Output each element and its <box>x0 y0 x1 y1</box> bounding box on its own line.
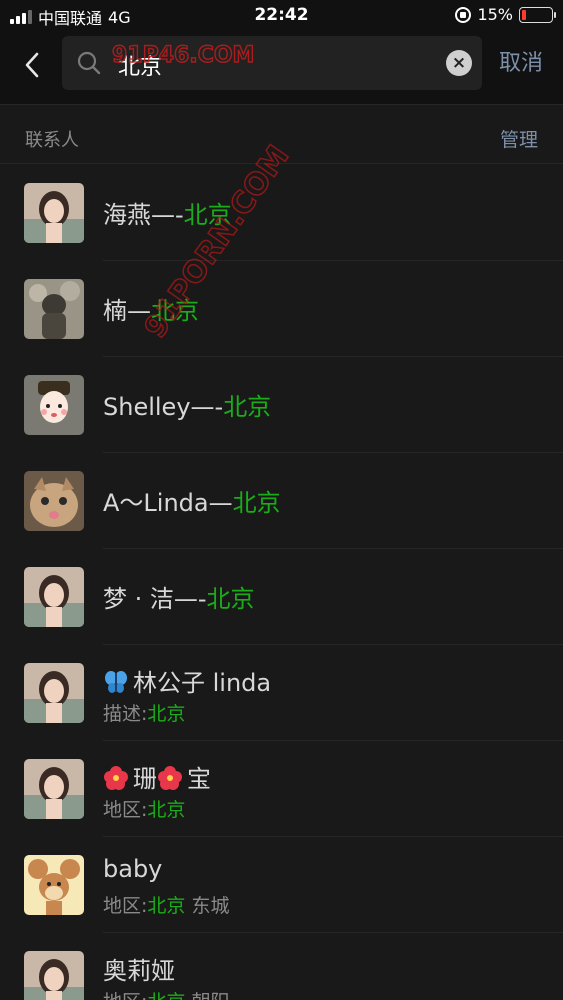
contact-list-item[interactable]: Shelley—-北京 <box>0 357 563 453</box>
search-match: 北京 <box>147 991 185 1000</box>
subtitle-label: 地区: <box>103 991 147 1000</box>
contact-name: 林公子 linda <box>103 663 271 698</box>
chevron-left-icon <box>25 52 39 78</box>
avatar <box>24 855 84 915</box>
contact-subtitle: 地区:北京 朝阳 <box>103 987 229 1000</box>
contact-name: A～Linda—北京 <box>103 483 281 518</box>
contact-list-item[interactable]: baby 地区:北京 东城 <box>0 837 563 933</box>
battery-percent: 15% <box>477 5 513 24</box>
search-match: 北京 <box>223 393 272 421</box>
manage-button[interactable]: 管理 <box>500 125 538 152</box>
contact-name-text: 奥莉娅 <box>103 957 175 985</box>
subtitle-label: 描述: <box>103 703 148 725</box>
status-right: 15% <box>455 5 556 24</box>
contact-name: 海燕—-北京 <box>103 195 232 230</box>
search-match: 北京 <box>183 201 232 229</box>
avatar <box>24 759 84 819</box>
contact-name: 奥莉娅 <box>103 951 175 986</box>
search-match: 北京 <box>206 585 255 613</box>
contact-name-text: 楠— <box>103 297 151 325</box>
cancel-button[interactable]: 取消 <box>499 45 543 77</box>
contact-name: 梦 · 洁—-北京 <box>103 579 255 614</box>
contact-name-text: A～Linda— <box>103 489 233 517</box>
battery-icon <box>519 6 556 23</box>
avatar <box>24 279 84 339</box>
search-icon <box>77 51 101 75</box>
contact-subtitle: 地区:北京 <box>103 795 185 822</box>
contact-name: Shelley—-北京 <box>103 387 271 422</box>
contact-list-item[interactable]: A～Linda—北京 <box>0 453 563 549</box>
contact-list-item[interactable]: 奥莉娅地区:北京 朝阳 <box>0 933 563 1000</box>
avatar <box>24 567 84 627</box>
avatar <box>24 951 84 1000</box>
contact-subtitle: 描述:北京 <box>103 699 185 726</box>
clear-search-button[interactable]: × <box>446 50 472 76</box>
rotation-lock-icon <box>455 6 472 23</box>
battery-level <box>522 9 527 20</box>
contact-name: 楠—北京 <box>103 291 199 326</box>
contact-name: 珊宝 <box>103 759 211 794</box>
contact-name-text: Shelley—- <box>103 393 224 421</box>
contact-name: baby <box>103 855 162 883</box>
section-header: 联系人 管理 <box>0 106 563 164</box>
avatar <box>24 471 84 531</box>
contact-list-item[interactable]: 林公子 linda 描述:北京 <box>0 645 563 741</box>
search-query[interactable]: 北京 <box>118 49 162 81</box>
contact-list-item[interactable]: 梦 · 洁—-北京 <box>0 549 563 645</box>
subtitle-label: 地区: <box>103 799 148 821</box>
search-match: 北京 <box>147 895 186 917</box>
avatar <box>24 183 84 243</box>
hibiscus-icon <box>157 765 183 791</box>
contact-name-tail: 宝 <box>187 765 211 793</box>
search-match: 北京 <box>151 297 199 325</box>
contact-list-item[interactable]: 楠—北京 <box>0 261 563 357</box>
close-icon: × <box>451 53 467 73</box>
contact-name-text: 林公子 linda <box>133 669 272 697</box>
contact-name-text: 梦 · 洁—- <box>103 585 207 613</box>
subtitle-suffix: 朝阳 <box>185 991 229 1000</box>
avatar <box>24 375 84 435</box>
contact-name-text: 海燕—- <box>103 201 184 229</box>
search-input[interactable]: 北京 × <box>62 36 482 90</box>
search-match: 北京 <box>147 703 186 725</box>
subtitle-suffix: 东城 <box>185 895 230 917</box>
subtitle-label: 地区: <box>103 895 148 917</box>
search-header: 北京 × 取消 <box>0 32 563 105</box>
contact-subtitle: 地区:北京 东城 <box>103 891 229 918</box>
search-match: 北京 <box>232 489 281 517</box>
avatar <box>24 663 84 723</box>
status-bar: 中国联通 4G 22:42 15% <box>0 0 563 32</box>
section-title: 联系人 <box>25 130 79 151</box>
butterfly-icon <box>103 669 129 695</box>
back-button[interactable] <box>18 50 48 80</box>
contact-list-item[interactable]: 海燕—-北京 <box>0 165 563 261</box>
contact-name-text: baby <box>103 855 163 883</box>
contact-list: 海燕—-北京 楠—北京 Shelley—-北京 A～Linda—北京梦 · 洁—-北京… <box>0 165 563 1000</box>
hibiscus-icon <box>103 765 129 791</box>
search-match: 北京 <box>147 799 186 821</box>
contact-name-text: 珊 <box>133 765 157 793</box>
contact-list-item[interactable]: 珊宝地区:北京 <box>0 741 563 837</box>
